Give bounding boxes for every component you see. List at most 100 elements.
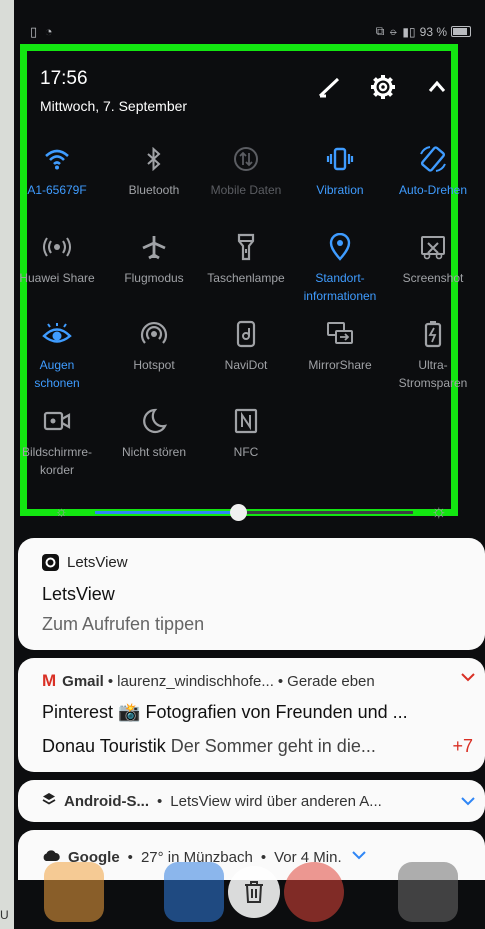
expand-chevron-icon[interactable] [459, 794, 477, 813]
notification-header: LetsView [42, 554, 128, 571]
tile-label: Flugmodus [124, 271, 184, 285]
tile-do-not-disturb[interactable]: Nicht stören [106, 403, 202, 461]
clock-time: 17:56 [40, 68, 88, 89]
tile-mobile-data[interactable]: Mobile Daten [198, 141, 294, 199]
tile-navidot[interactable]: NaviDot [198, 316, 294, 374]
separator-dot: • [157, 792, 163, 810]
battery-percent: 93 % [419, 24, 447, 39]
status-right-icons: ⧉ ⦵ ▮▯ 93 % [376, 24, 471, 39]
tile-label: Auto-Drehen [398, 183, 468, 197]
tile-screenshot[interactable]: Screenshot [385, 229, 481, 287]
navidot-icon [198, 316, 294, 352]
tile-auto-rotate[interactable]: Auto-Drehen [385, 141, 481, 199]
tile-nfc[interactable]: NFC [198, 403, 294, 461]
brightness-high-icon: ☼ [430, 501, 448, 521]
wifi-icon [14, 141, 105, 177]
notification-time: Gerade eben [287, 672, 375, 690]
mirrorshare-icon [292, 316, 388, 352]
notification-app-name: Android-S... [64, 792, 149, 810]
battery-saver-icon [385, 316, 481, 352]
email-subject: 📸 Fotografien von Freunden und ... [118, 702, 408, 722]
chrome-app-icon[interactable] [284, 862, 344, 922]
screenshot-icon [385, 229, 481, 265]
android-system-icon [42, 792, 56, 810]
collapse-chevron-icon[interactable] [423, 73, 451, 101]
tile-label: Nicht stören [121, 445, 187, 459]
messages-app-icon[interactable] [164, 862, 224, 922]
tile-label: Hotspot [133, 358, 175, 372]
contacts-app-icon[interactable] [44, 862, 104, 922]
tile-airplane[interactable]: Flugmodus [106, 229, 202, 287]
tile-label: Huawei Share [19, 271, 95, 285]
expand-chevron-icon[interactable] [459, 670, 477, 689]
tile-eye-comfort[interactable]: Augen schonen [14, 316, 105, 392]
notification-title: LetsView [42, 584, 115, 604]
tile-label: Mobile Daten [210, 183, 282, 197]
hotspot-icon [106, 316, 202, 352]
tile-label: A1-65679F [27, 183, 87, 197]
notification-text: Zum Aufrufen tippen [42, 614, 205, 634]
tile-flashlight[interactable]: Taschenlampe [198, 229, 294, 287]
separator-dot: • [107, 672, 114, 690]
gmail-app-icon: M [42, 671, 57, 690]
brightness-row: ☼ ☼ [27, 501, 451, 523]
letsview-app-icon [42, 554, 59, 571]
notification-app-name: LetsView [67, 554, 128, 571]
clock-date: Mittwoch, 7. September [40, 98, 188, 114]
quick-settings-panel: 17:56 Mittwoch, 7. September A1-65679F B… [19, 44, 467, 521]
notification-text: LetsView wird über anderen A... [170, 792, 382, 810]
camera-app-icon[interactable] [398, 862, 458, 922]
battery-icon [451, 26, 471, 37]
email-sender: Donau Touristik [42, 736, 166, 756]
tile-mirrorshare[interactable]: MirrorShare [292, 316, 388, 374]
tile-location[interactable]: Standort- informationen [292, 229, 388, 305]
tile-label: Bildschirmre- korder [21, 445, 92, 477]
edit-pencil-icon[interactable] [315, 73, 343, 101]
eye-comfort-icon [14, 316, 105, 352]
brightness-slider[interactable] [95, 504, 413, 521]
notification-header: Android-S... • LetsView wird über andere… [42, 792, 382, 810]
tile-hotspot[interactable]: Hotspot [106, 316, 202, 374]
tile-label: MirrorShare [308, 358, 372, 372]
gmail-line-2: Donau Touristik Der Sommer geht in die..… [42, 736, 376, 757]
tile-battery-saver[interactable]: Ultra- Stromsparen [385, 316, 481, 392]
clear-notifications-trash-icon[interactable] [228, 866, 280, 918]
tile-label: NaviDot [224, 358, 268, 372]
signal-icon: ▮▯ [402, 24, 416, 39]
notification-gmail[interactable]: M Gmail • laurenz_windischhofe... • Gera… [18, 658, 485, 772]
tile-bluetooth[interactable]: Bluetooth [106, 141, 202, 199]
tile-huawei-share[interactable]: Huawei Share [14, 229, 105, 287]
tile-label: Screenshot [402, 271, 464, 285]
email-subject: Der Sommer geht in die... [170, 736, 376, 756]
vibration-icon [292, 141, 388, 177]
flashlight-icon [198, 229, 294, 265]
tile-label: NFC [233, 445, 259, 459]
tile-screen-recorder[interactable]: Bildschirmre- korder [14, 403, 105, 479]
tile-label: Augen schonen [34, 358, 80, 390]
mobile-data-icon [198, 141, 294, 177]
qs-header-actions [315, 73, 451, 101]
settings-gear-icon[interactable] [369, 73, 397, 101]
bluetooth-icon [106, 141, 202, 177]
cut-text: U [0, 908, 9, 922]
gmail-line-1: Pinterest 📸 Fotografien von Freunden und… [42, 702, 408, 723]
tile-vibration[interactable]: Vibration [292, 141, 388, 199]
notification-header: M Gmail • laurenz_windischhofe... • Gera… [42, 671, 375, 691]
tile-label: Standort- informationen [303, 271, 377, 303]
location-icon [292, 229, 388, 265]
tile-label: Taschenlampe [207, 271, 285, 285]
notification-letsview[interactable]: LetsView LetsView Zum Aufrufen tippen [18, 538, 485, 650]
do-not-disturb-icon [106, 403, 202, 439]
separator-dot: • [277, 672, 284, 690]
vibrate-status-icon: ⦵ [388, 24, 399, 38]
status-bar: ▯ ◔ ⧉ ⦵ ▮▯ 93 % [14, 22, 485, 42]
tile-label: Vibration [316, 183, 364, 197]
tile-label: Bluetooth [128, 183, 180, 197]
brightness-low-icon: ☼ [55, 503, 68, 519]
notification-account: laurenz_windischhofe... [117, 672, 274, 690]
brightness-knob[interactable] [230, 504, 248, 521]
more-count: +7 [452, 736, 473, 756]
tile-wifi[interactable]: A1-65679F [14, 141, 105, 199]
notification-android-system[interactable]: Android-S... • LetsView wird über andere… [18, 780, 485, 822]
cast-icon: ⧉ [375, 24, 385, 38]
